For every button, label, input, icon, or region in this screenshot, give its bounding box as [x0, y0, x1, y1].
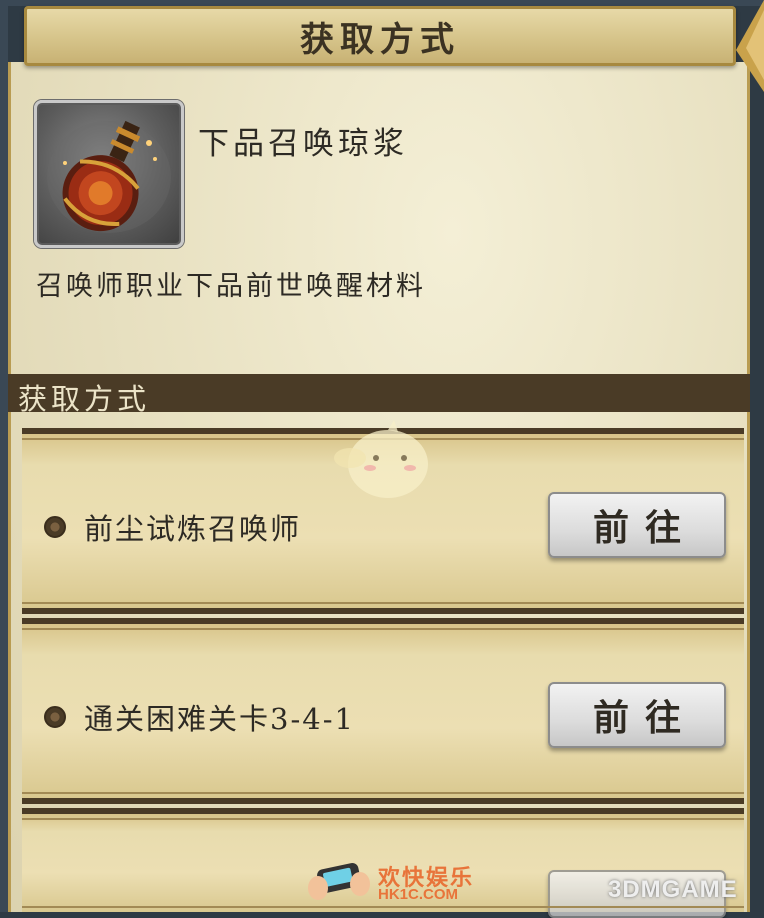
title-banner: 获取方式 — [24, 6, 736, 66]
section-title: 获取方式 — [18, 382, 151, 416]
section-header: 获取方式 — [8, 374, 750, 416]
elixir-flask-icon — [47, 120, 171, 233]
source-label: 前尘试炼召唤师 — [84, 512, 302, 546]
go-button[interactable]: 前往 — [548, 492, 726, 558]
bullet-icon — [44, 516, 66, 538]
page-title: 获取方式 — [300, 19, 460, 60]
watermark-brand: 3DMGAME — [608, 876, 738, 903]
source-label: 通关困难关卡3-4-1 — [84, 702, 355, 736]
go-button-label: 前往 — [592, 507, 697, 549]
bullet-icon — [44, 706, 66, 728]
item-description: 召唤师职业下品前世唤醒材料 — [36, 271, 426, 302]
watermark-site-url: HK1C.COM — [378, 886, 459, 903]
corner-ornament-icon — [736, 0, 764, 92]
source-row-2: 通关困难关卡3-4-1 前往 — [22, 618, 744, 804]
mascot-watermark-icon — [334, 420, 428, 498]
go-button-label: 前往 — [592, 697, 697, 739]
go-button[interactable]: 前往 — [548, 682, 726, 748]
gamepad-hands-icon — [308, 863, 370, 900]
item-icon-frame[interactable] — [34, 100, 184, 248]
item-name: 下品召唤琼浆 — [198, 126, 408, 162]
